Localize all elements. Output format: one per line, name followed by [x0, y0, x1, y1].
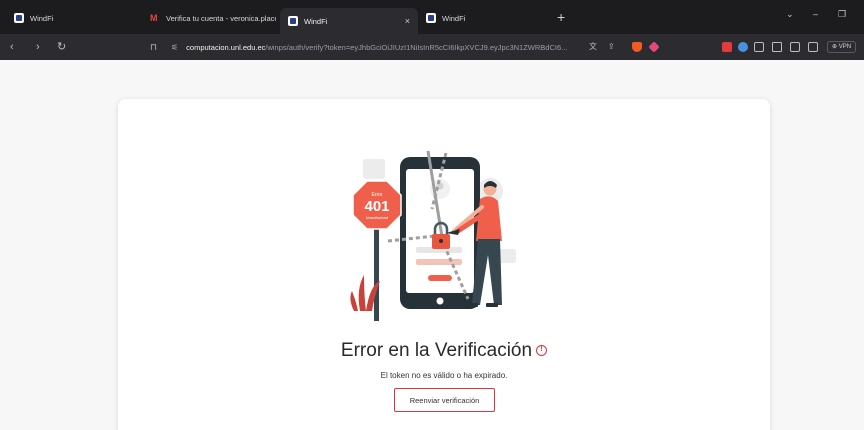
- site-settings-icon[interactable]: ⚟: [171, 43, 178, 52]
- resend-verification-button[interactable]: Reenviar verificación: [394, 388, 495, 412]
- browser-toolbar: ‹ › ↻ ⊓ ⚟ computacion.unl.edu.ec /winps/…: [0, 34, 864, 60]
- wallet-icon[interactable]: [808, 42, 818, 52]
- sidebar-icon[interactable]: [790, 42, 800, 52]
- browser-tab-3-active[interactable]: WindFi ×: [280, 8, 418, 34]
- url-host: computacion.unl.edu.ec: [186, 42, 266, 52]
- vpn-label: VPN: [838, 44, 852, 50]
- url-path: /winps/auth/verify?token=eyJhbGciOiJIUzI…: [265, 42, 568, 52]
- reload-icon[interactable]: ↻: [57, 40, 66, 54]
- tab-title: Verifica tu cuenta - veronica.placenc: [166, 13, 276, 23]
- browser-titlebar: WindFi M Verifica tu cuenta - veronica.p…: [0, 0, 864, 34]
- vpn-button[interactable]: ⊕ VPN: [827, 41, 857, 53]
- windfi-icon: [288, 16, 298, 26]
- brave-shields-icon[interactable]: [632, 42, 642, 52]
- error-message: El token no es válido o ha expirado.: [380, 371, 508, 380]
- tab-title: WindFi: [30, 13, 54, 23]
- tab-title: WindFi: [304, 16, 328, 26]
- new-tab-button[interactable]: +: [557, 9, 565, 25]
- extension-square-icon[interactable]: [754, 42, 764, 52]
- forward-icon[interactable]: ›: [36, 40, 40, 54]
- tab-list-icon[interactable]: ⌄: [786, 9, 794, 20]
- extension-blue-icon[interactable]: [738, 42, 748, 52]
- browser-tab-1[interactable]: WindFi: [6, 6, 138, 30]
- windfi-icon: [426, 13, 436, 23]
- bookmark-icon[interactable]: ⊓: [150, 40, 157, 54]
- browser-tab-4[interactable]: WindFi: [418, 6, 552, 30]
- title-text: Error en la Verificación: [340, 340, 533, 361]
- windfi-icon: [14, 13, 24, 23]
- maximize-icon[interactable]: ❐: [838, 9, 846, 20]
- extensions-puzzle-icon[interactable]: [772, 42, 782, 52]
- translate-icon[interactable]: 文: [589, 40, 597, 54]
- sign-code-text: 401: [364, 198, 389, 215]
- back-icon[interactable]: ‹: [10, 40, 14, 54]
- extension-red-icon[interactable]: [722, 42, 732, 52]
- sign-bottom-text: Unauthorized: [366, 216, 389, 220]
- gmail-icon: M: [150, 13, 158, 23]
- unauthorized-illustration: Error 401 Unauthorized: [350, 150, 516, 321]
- alert-circle-icon: !: [536, 345, 548, 357]
- minimize-icon[interactable]: –: [813, 9, 818, 19]
- share-icon[interactable]: ⇪: [608, 40, 615, 54]
- browser-tab-2[interactable]: M Verifica tu cuenta - veronica.placenc: [142, 6, 276, 30]
- close-icon[interactable]: ×: [405, 16, 410, 26]
- tab-title: WindFi: [442, 13, 466, 23]
- error-card: Error 401 Unauthorized Error en la Verif…: [118, 99, 770, 430]
- address-bar[interactable]: ⚟ computacion.unl.edu.ec /winps/auth/ver…: [165, 37, 675, 57]
- page-title: Error en la Verificación!: [118, 340, 770, 362]
